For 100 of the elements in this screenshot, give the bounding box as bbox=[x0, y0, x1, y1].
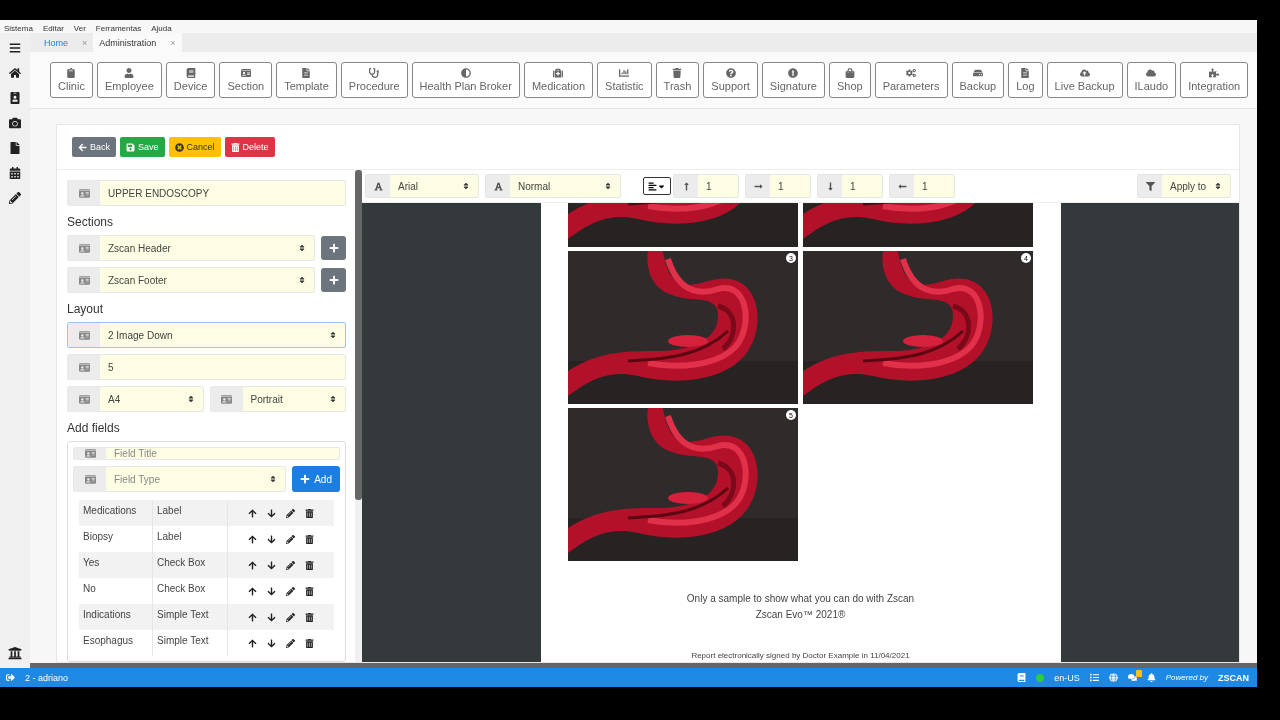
arrow-down-icon[interactable] bbox=[267, 508, 276, 518]
home-icon[interactable] bbox=[9, 67, 21, 79]
add-button[interactable] bbox=[321, 236, 346, 260]
pencil-icon[interactable] bbox=[286, 534, 295, 544]
trash-icon[interactable] bbox=[305, 612, 314, 622]
arrow-down-icon[interactable] bbox=[267, 534, 276, 544]
arrow-up-icon[interactable] bbox=[248, 560, 257, 570]
toolbar-button[interactable]: Section bbox=[219, 62, 273, 98]
layout-select[interactable]: 2 Image Down bbox=[67, 322, 346, 348]
paper-select[interactable]: A4 bbox=[67, 386, 204, 412]
bar-chart-icon bbox=[619, 68, 630, 78]
sign-out-icon[interactable] bbox=[6, 673, 15, 682]
arrow-up-icon[interactable] bbox=[248, 638, 257, 648]
action-button[interactable]: Delete bbox=[224, 137, 275, 157]
action-button[interactable]: Cancel bbox=[168, 137, 221, 157]
trash-icon[interactable] bbox=[305, 534, 314, 544]
id-card-icon bbox=[221, 393, 232, 405]
arrow-down-icon[interactable] bbox=[267, 638, 276, 648]
arrow-down-icon[interactable] bbox=[267, 560, 276, 570]
book-icon[interactable] bbox=[1017, 673, 1027, 682]
toolbar-button[interactable]: Employee bbox=[96, 62, 162, 98]
align-button[interactable] bbox=[643, 177, 671, 195]
document-icon bbox=[1020, 68, 1031, 78]
arrow-down-icon[interactable] bbox=[267, 586, 276, 596]
spacing-field[interactable]: 1 bbox=[745, 174, 811, 198]
language-label[interactable]: en-US bbox=[1054, 672, 1080, 683]
trash-icon[interactable] bbox=[305, 560, 314, 570]
calendar-icon[interactable] bbox=[9, 167, 21, 179]
spacing-field[interactable]: 1 bbox=[889, 174, 955, 198]
apply-select[interactable]: Apply to bbox=[1137, 174, 1231, 198]
size-select[interactable]: Normal bbox=[485, 174, 621, 198]
title-field[interactable]: UPPER ENDOSCOPY bbox=[67, 180, 346, 206]
file-icon[interactable] bbox=[9, 142, 21, 154]
camera-icon[interactable] bbox=[9, 117, 21, 129]
trash-icon[interactable] bbox=[305, 586, 314, 596]
toolbar-button[interactable]: Live Backup bbox=[1046, 62, 1123, 98]
badge-icon[interactable] bbox=[9, 92, 21, 104]
menu-item[interactable]: Ajuda bbox=[151, 24, 172, 33]
menu-icon[interactable] bbox=[9, 42, 21, 54]
pencil-icon[interactable] bbox=[286, 638, 295, 648]
sort-icon bbox=[329, 395, 337, 403]
add-button[interactable] bbox=[321, 268, 346, 292]
toolbar-button[interactable]: Log bbox=[1008, 62, 1043, 98]
menu-item[interactable]: Ver bbox=[73, 24, 86, 33]
field-title-input[interactable]: Field Title bbox=[73, 447, 340, 460]
toolbar-button[interactable]: Clinic bbox=[50, 62, 93, 98]
pencil-icon[interactable] bbox=[286, 560, 295, 570]
toolbar-button[interactable]: Parameters bbox=[874, 62, 948, 98]
id-card-icon bbox=[84, 448, 96, 459]
toolbar-button[interactable]: Shop bbox=[828, 62, 871, 98]
pencil-icon[interactable] bbox=[286, 586, 295, 596]
globe-icon[interactable] bbox=[1108, 673, 1118, 682]
menu-item[interactable]: Editar bbox=[42, 24, 64, 33]
tab-label[interactable]: Administration bbox=[99, 37, 157, 48]
spacing-field[interactable]: 1 bbox=[673, 174, 739, 198]
user-icon bbox=[124, 68, 135, 78]
add-button[interactable]: Add bbox=[292, 466, 340, 492]
toolbar-button[interactable]: Procedure bbox=[340, 62, 408, 98]
menu-item[interactable]: Sistema bbox=[4, 24, 33, 33]
pencil-icon[interactable] bbox=[286, 612, 295, 622]
tab[interactable]: Home × bbox=[38, 33, 94, 52]
user-label: 2 - adriano bbox=[25, 672, 69, 683]
trash-icon[interactable] bbox=[305, 638, 314, 648]
toolbar-button[interactable]: Backup bbox=[951, 62, 1005, 98]
tab[interactable]: Administration × bbox=[93, 33, 182, 52]
bell-icon[interactable] bbox=[1146, 673, 1156, 682]
arrow-down-icon[interactable] bbox=[267, 612, 276, 622]
toolbar-button[interactable]: Medication bbox=[523, 62, 594, 98]
arrow-up-icon[interactable] bbox=[248, 612, 257, 622]
pencil-icon[interactable] bbox=[286, 508, 295, 518]
toolbar-button[interactable]: Statistic bbox=[597, 62, 652, 98]
list-icon[interactable] bbox=[1089, 673, 1099, 682]
comments-icon[interactable] bbox=[1127, 673, 1137, 682]
exclamation-icon bbox=[788, 68, 799, 78]
section-select[interactable]: Zscan Header bbox=[67, 235, 315, 261]
arrow-up-icon[interactable] bbox=[248, 586, 257, 596]
field-type-select[interactable]: Field Type bbox=[73, 466, 287, 492]
bank-icon[interactable] bbox=[8, 646, 22, 660]
arrow-up-icon[interactable] bbox=[248, 508, 257, 518]
toolbar-button[interactable]: Template bbox=[276, 62, 337, 98]
drive-icon bbox=[972, 68, 983, 78]
arrow-left-icon bbox=[78, 142, 87, 152]
toolbar-button[interactable]: Support bbox=[703, 62, 758, 98]
orientation-select[interactable]: Portrait bbox=[209, 386, 346, 412]
pencil-icon[interactable] bbox=[9, 192, 21, 204]
menu-item[interactable]: Ferramentas bbox=[95, 24, 142, 33]
toolbar-button[interactable]: Signature bbox=[761, 62, 825, 98]
toolbar-button[interactable]: Trash bbox=[655, 62, 700, 98]
toolbar-button[interactable]: ILaudo bbox=[1126, 62, 1177, 98]
toolbar-button[interactable]: Device bbox=[165, 62, 216, 98]
font-select[interactable]: Arial bbox=[365, 174, 479, 198]
section-select[interactable]: Zscan Footer bbox=[67, 267, 315, 293]
action-button[interactable]: Back bbox=[72, 137, 116, 157]
arrow-up-icon[interactable] bbox=[248, 534, 257, 544]
tab-label[interactable]: Home bbox=[44, 37, 68, 48]
toolbar-button[interactable]: Health Plan Broker bbox=[411, 62, 520, 98]
number-field[interactable]: 5 bbox=[67, 354, 346, 380]
trash-icon[interactable] bbox=[305, 508, 314, 518]
toolbar-button[interactable]: Integration bbox=[1180, 62, 1249, 98]
spacing-field[interactable]: 1 bbox=[817, 174, 883, 198]
